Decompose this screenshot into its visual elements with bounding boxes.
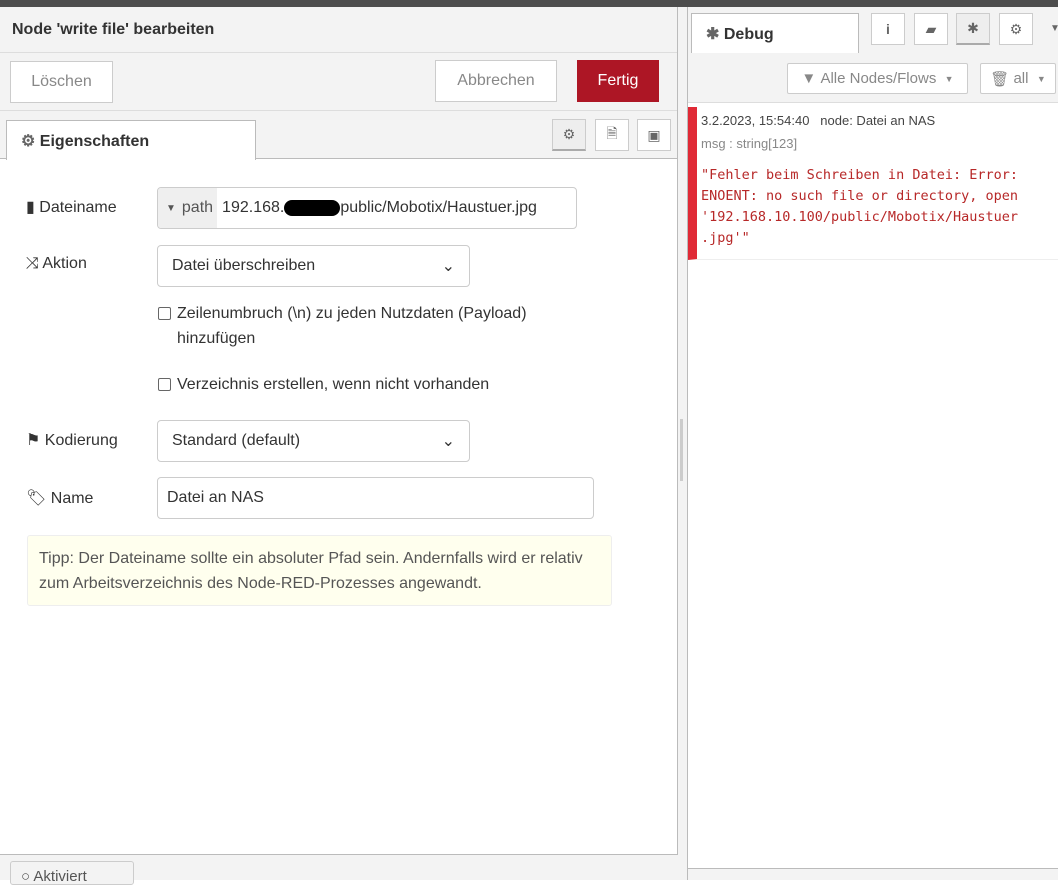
filter-icon: ▼: [801, 70, 817, 87]
description-button[interactable]: 🗎: [595, 119, 629, 151]
message-payload: "Fehler beim Schreiben in Datei: Error: …: [701, 167, 1018, 246]
node-frame-icon: ▣: [647, 126, 661, 143]
tray-title: Node 'write file' bearbeiten: [0, 7, 677, 53]
node-editor-tray: Node 'write file' bearbeiten Löschen Abb…: [0, 7, 678, 885]
redaction: [284, 200, 341, 216]
name-label: 🏷 Name: [26, 490, 94, 507]
tab-debug[interactable]: ✱ Debug: [691, 13, 859, 53]
filter-nodes-button[interactable]: ▼ Alle Nodes/Flows ▼: [787, 63, 968, 94]
debug-sidebar: ✱ Debug i ▰ ✱ ⚙ ▼ ▼ Alle Nodes/Flows ▼ 🗑…: [687, 7, 1058, 880]
file-text-icon: 🗎: [606, 125, 618, 141]
splitter[interactable]: [678, 7, 687, 880]
enabled-toggle[interactable]: ○ Aktiviert: [10, 861, 134, 885]
gear-icon: ⚙: [562, 126, 576, 142]
help-tab-button[interactable]: ▰: [914, 13, 948, 45]
type-selector[interactable]: ▼ path: [158, 188, 218, 228]
name-input[interactable]: Datei an NAS: [157, 477, 594, 519]
bug-icon: ✱: [706, 26, 720, 43]
done-button[interactable]: Fertig: [577, 60, 659, 102]
chevron-down-icon: ⌄: [441, 258, 455, 275]
message-node: node: Datei an NAS: [820, 113, 936, 128]
tip-box: Tipp: Der Dateiname sollte ein absoluter…: [27, 535, 612, 606]
filename-input[interactable]: ▼ path 192.168. public/Mobotix/Haustuer.jp…: [157, 187, 577, 229]
caret-down-icon: ▼: [944, 73, 954, 84]
appearance-button[interactable]: ▣: [637, 119, 671, 151]
caret-down-icon: ▼: [166, 202, 176, 214]
chevron-down-icon: ⌄: [441, 433, 455, 450]
top-bar: [0, 0, 1058, 7]
bug-icon: ✱: [967, 20, 979, 36]
config-tab-button[interactable]: ⚙: [999, 13, 1033, 45]
action-select[interactable]: Datei überschreiben ⌄: [157, 245, 470, 287]
debug-message[interactable]: 3.2.2023, 15:54:40 node: Datei an NAS ms…: [688, 107, 1058, 260]
caret-down-icon[interactable]: ▼: [1050, 23, 1058, 34]
properties-gear-button[interactable]: ⚙: [552, 119, 586, 151]
gear-icon: ⚙: [1009, 20, 1023, 37]
file-icon: ▮: [26, 199, 35, 216]
createdir-checkbox[interactable]: Verzeichnis erstellen, wenn nicht vorhan…: [158, 372, 489, 397]
filename-label: ▮ Dateiname: [26, 199, 117, 216]
info-tab-button[interactable]: i: [871, 13, 905, 45]
caret-down-icon: ▼: [1036, 73, 1046, 84]
info-icon: i: [886, 21, 890, 37]
clear-messages-button[interactable]: 🗑 all ▼: [980, 63, 1056, 94]
flag-icon: ⚑: [26, 432, 41, 449]
newline-checkbox[interactable]: Zeilenumbruch (\n) zu jeden Nutzdaten (P…: [158, 301, 578, 351]
encoding-label: ⚑ Kodierung: [26, 432, 118, 449]
message-type: msg : string[123]: [701, 136, 798, 151]
tab-properties[interactable]: ⚙ Eigenschaften: [6, 120, 256, 160]
message-timestamp: 3.2.2023, 15:54:40: [701, 113, 810, 128]
book-icon: ▰: [925, 20, 937, 37]
delete-button[interactable]: Löschen: [10, 61, 113, 103]
trash-icon: 🗑: [990, 70, 1010, 88]
gear-icon: ⚙: [21, 133, 36, 150]
tag-icon: 🏷: [26, 490, 47, 507]
debug-tab-button[interactable]: ✱: [956, 13, 990, 45]
encoding-select[interactable]: Standard (default) ⌄: [157, 420, 470, 462]
action-label: ⤨ Aktion: [26, 255, 87, 272]
shuffle-icon: ⤨: [26, 255, 39, 272]
cancel-button[interactable]: Abbrechen: [435, 60, 557, 102]
